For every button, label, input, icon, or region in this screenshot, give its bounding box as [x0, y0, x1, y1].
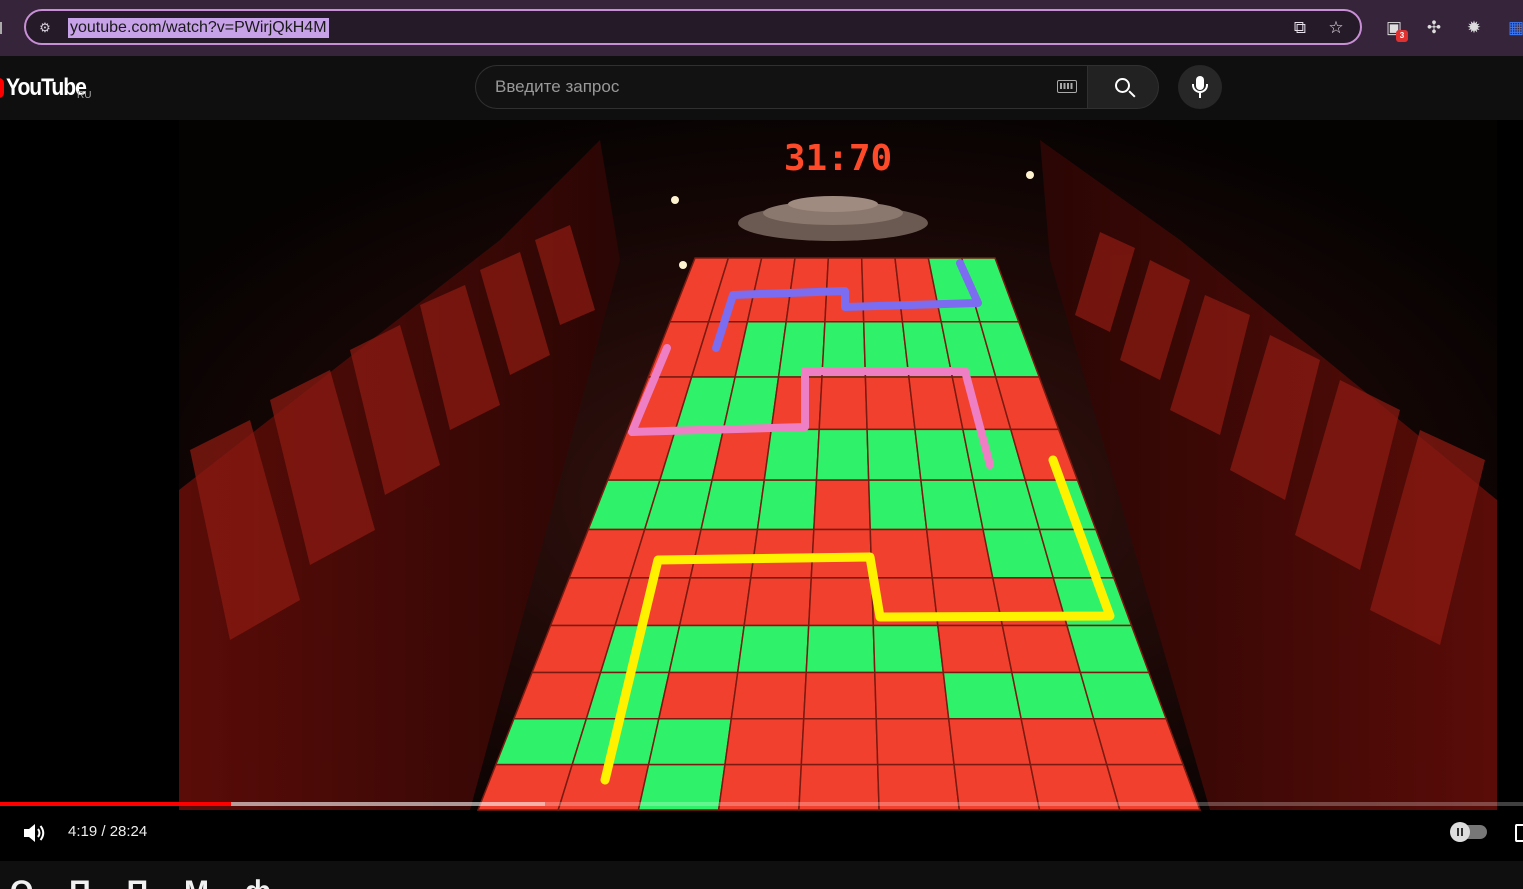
floor-tile: [942, 671, 1023, 720]
floor-tile: [815, 428, 870, 481]
extension-grid-icon[interactable]: ▦: [1505, 17, 1523, 39]
search-input[interactable]: [495, 66, 1035, 108]
floor-tile: [872, 624, 945, 674]
floor-tile: [743, 577, 813, 627]
floor-tile: [802, 671, 878, 720]
youtube-logo-text: YouTube: [6, 74, 87, 101]
pause-icon: [1450, 822, 1470, 842]
floor-tile: [668, 624, 746, 674]
floor-tile: [730, 671, 808, 720]
install-app-icon[interactable]: ⧉: [1290, 18, 1310, 38]
video-frame: 31:70: [0, 120, 1523, 861]
floor-tile: [867, 479, 928, 531]
floor-tile: [947, 718, 1032, 766]
floor-tile: [807, 577, 875, 627]
floor-tile: [689, 528, 759, 579]
search-button[interactable]: [1087, 65, 1159, 109]
floor-tile: [678, 577, 752, 627]
keyboard-icon[interactable]: [1057, 80, 1077, 93]
floor-tile: [736, 624, 810, 674]
floor-tile: [711, 428, 773, 481]
time-display: 4:19 / 28:24: [68, 823, 148, 840]
scoreboard-timer: 31:70: [784, 138, 892, 179]
floor-tile: [1020, 718, 1108, 766]
browser-toolbar: ⚙ youtube.com/watch?v=PWirjQkH4M ⧉ ☆ ▣ 3 …: [0, 0, 1523, 57]
floor-tile: [818, 376, 868, 431]
floor-tile: [1010, 671, 1095, 720]
extension-gear-icon[interactable]: ✹: [1463, 17, 1485, 39]
floor-tile: [925, 528, 994, 579]
youtube-logo-icon: [0, 78, 4, 98]
country-code: RU: [77, 90, 92, 101]
lamp: [679, 261, 687, 269]
video-player[interactable]: 31:70 4:19 / 28:24: [0, 120, 1523, 861]
subtitles-icon[interactable]: [1515, 824, 1523, 842]
floor-tile: [920, 479, 984, 531]
floor-tile: [647, 718, 733, 766]
address-bar[interactable]: ⚙ youtube.com/watch?v=PWirjQkH4M ⧉ ☆: [24, 9, 1362, 45]
floor-tile: [875, 718, 955, 766]
autoplay-toggle[interactable]: [1450, 822, 1487, 842]
youtube-masthead: YouTube RU: [0, 56, 1523, 120]
video-title-area: О... П... П... М... ф...: [0, 861, 1523, 889]
video-title: О... П... П... М... ф...: [10, 875, 298, 889]
floor-tile: [805, 624, 876, 674]
floor-tile: [763, 428, 820, 481]
floor-tile: [873, 671, 950, 720]
url-text[interactable]: youtube.com/watch?v=PWirjQkH4M: [68, 18, 329, 38]
progress-played: [0, 802, 232, 806]
tab-edge: [0, 22, 6, 34]
floor-tile: [770, 376, 823, 431]
voice-search-button[interactable]: [1178, 65, 1222, 109]
progress-bar[interactable]: [0, 802, 1523, 806]
floor-tile: [813, 479, 872, 531]
floor-tile: [724, 718, 805, 766]
floor-tile: [869, 528, 934, 579]
floor-tile: [866, 428, 922, 481]
search-box: [475, 65, 1087, 109]
floor-tile: [800, 718, 879, 766]
floor-tile: [657, 671, 739, 720]
floor-tile: [936, 624, 1013, 674]
volume-icon[interactable]: [22, 821, 48, 845]
bookmark-star-icon[interactable]: ☆: [1326, 18, 1346, 38]
extension-cat-icon[interactable]: ✣: [1423, 17, 1445, 39]
floor-tile: [700, 479, 766, 531]
extension-icon[interactable]: ▣ 3: [1383, 17, 1408, 42]
site-info-icon[interactable]: ⚙: [36, 19, 54, 37]
extension-badge: 3: [1396, 30, 1408, 42]
floor-tile: [864, 376, 916, 431]
floor-tile: [756, 479, 818, 531]
